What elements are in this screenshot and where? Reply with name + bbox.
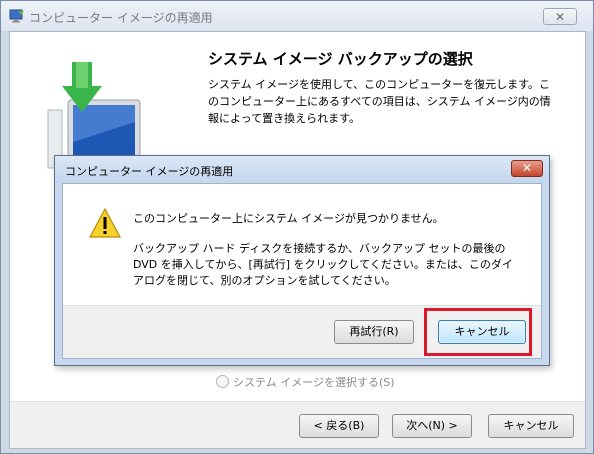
back-button[interactable]: < 戻る(B) [299,414,379,438]
close-icon: ✕ [521,161,533,175]
wizard-cancel-button[interactable]: キャンセル [488,414,574,438]
outer-titlebar[interactable]: コンピューター イメージの再適用 ✕ [1,1,593,31]
radio-circle-icon [216,375,229,388]
wizard-heading: システム イメージ バックアップの選択 [208,50,473,68]
cancel-highlight-annotation [424,308,532,356]
dialog-title: コンピューター イメージの再適用 [65,165,234,178]
retry-button[interactable]: 再試行(R) [334,320,414,344]
warning-icon [89,208,121,238]
dialog-close-button[interactable]: ✕ [511,160,543,177]
wizard-description: システム イメージを使用して、このコンピューターを復元します。このコンピューター… [208,78,551,125]
outer-window-title: コンピューター イメージの再適用 [29,11,213,25]
dialog-titlebar[interactable]: コンピューター イメージの再適用 ✕ [55,156,549,182]
dialog-detail-text: バックアップ ハード ディスクを接続するか、バックアップ セットの最後の DVD… [133,242,513,287]
system-restore-icon [9,9,24,23]
dialog-main-message: このコンピューター上にシステム イメージが見つかりません。 [133,212,444,225]
select-image-radio-label: システム イメージを選択する(S) [233,376,395,389]
next-button[interactable]: 次へ(N) > [392,414,472,438]
select-image-radio[interactable]: システム イメージを選択する(S) [216,374,395,390]
close-icon: ✕ [554,10,566,24]
outer-close-button[interactable]: ✕ [543,8,577,25]
wizard-footer: < 戻る(B) 次へ(N) > キャンセル [10,401,585,448]
